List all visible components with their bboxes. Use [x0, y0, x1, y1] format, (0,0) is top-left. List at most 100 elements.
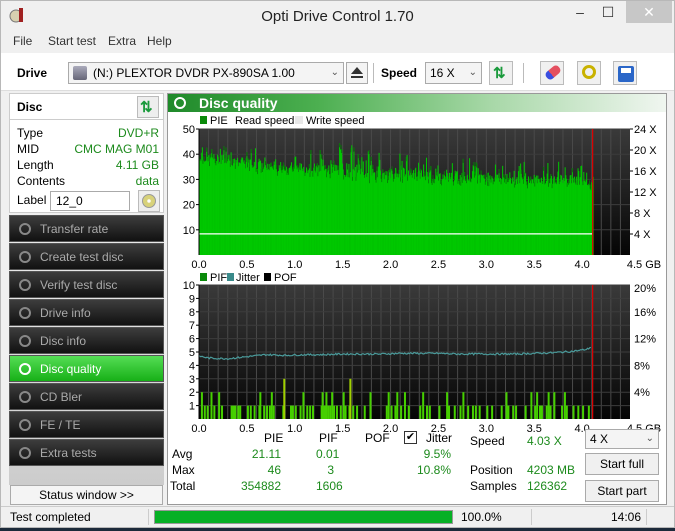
pif-bar — [438, 405, 441, 419]
pif-bar — [582, 405, 585, 419]
x-tick-label: 1.0 — [287, 423, 302, 434]
legend-swatch-pof — [264, 273, 271, 281]
y-tick-label: 8 — [189, 307, 195, 319]
pif-bar — [266, 405, 269, 419]
y-tick-label: 4 — [189, 360, 195, 372]
pif-bar — [246, 405, 249, 419]
y2-tick-label: 16 X — [634, 166, 657, 178]
pif-bar — [218, 392, 221, 419]
settings-button[interactable] — [577, 61, 601, 85]
legend-swatch-pif — [200, 273, 207, 281]
pif-bar — [524, 405, 527, 419]
samples-value: 126362 — [527, 479, 568, 493]
legend-pof: POF — [274, 272, 297, 284]
nav-item-disc-quality[interactable]: Disc quality — [9, 355, 164, 382]
pif-bar — [561, 405, 564, 419]
pif-bar — [356, 405, 359, 419]
start-part-button[interactable]: Start part — [585, 480, 659, 502]
drive-select[interactable]: (N:) PLEXTOR DVDR PX-890SA 1.00 ⌄ — [68, 62, 344, 84]
pif-bar — [467, 405, 470, 419]
y-tick-label: 1 — [189, 401, 195, 413]
pif-bar — [363, 405, 366, 419]
pif-bar — [210, 392, 213, 419]
nav-item-transfer-rate[interactable]: Transfer rate — [9, 215, 164, 242]
disc-info-panel: Disc ⇅ Type DVD+R MID CMC MAG M01 Length… — [9, 93, 164, 213]
legend-swatch-write-speed — [295, 116, 303, 124]
jitter-checkbox[interactable]: ✔ — [404, 431, 417, 444]
legend-pie: PIE — [210, 115, 228, 127]
pif-bar — [400, 405, 403, 419]
disc-contents-label: Contents — [17, 174, 66, 188]
pif-bar — [530, 392, 533, 419]
sidebar: Disc ⇅ Type DVD+R MID CMC MAG M01 Length… — [9, 93, 164, 505]
disc-mid-label: MID — [17, 142, 39, 156]
disc-icon — [19, 223, 31, 235]
disc-panel-header: Disc ⇅ — [10, 94, 163, 120]
nav-item-verify-test-disc[interactable]: Verify test disc — [9, 271, 164, 298]
stats-total-pie: 354882 — [240, 479, 281, 493]
pif-bar — [553, 392, 556, 419]
test-speed-select[interactable]: 4 X ⌄ — [585, 429, 659, 449]
erase-icon — [543, 63, 563, 82]
pif-bar — [549, 405, 552, 419]
pif-bar — [249, 405, 252, 419]
save-button[interactable] — [613, 61, 637, 85]
nav-item-label: Drive info — [40, 306, 91, 320]
menu-bar: File Start test Extra Help — [1, 31, 674, 51]
eject-button[interactable] — [346, 62, 368, 84]
toolbar-divider — [523, 63, 524, 83]
nav-item-label: Transfer rate — [40, 222, 109, 236]
status-window-button[interactable]: Status window >> — [10, 485, 163, 505]
y2-tick-label: 4 X — [634, 229, 651, 241]
stats-avg-pif: 0.01 — [316, 447, 340, 461]
pif-bar — [294, 405, 297, 419]
pif-bar — [419, 405, 422, 419]
pif-bar — [563, 392, 566, 419]
disc-refresh-button[interactable]: ⇅ — [137, 96, 159, 118]
menu-help[interactable]: Help — [147, 34, 172, 48]
pif-bar — [534, 405, 537, 419]
pif-bar — [394, 405, 397, 419]
speed-select[interactable]: 16 X ⌄ — [425, 62, 482, 84]
disc-label-input[interactable]: 12_0 — [50, 191, 130, 211]
title-bar: Opti Drive Control 1.70 – ☐ ✕ — [1, 1, 674, 31]
nav-item-cd-bler[interactable]: CD Bler — [9, 383, 164, 410]
menu-file[interactable]: File — [13, 34, 32, 48]
stats-avg-label: Avg — [172, 447, 193, 461]
status-divider — [531, 509, 532, 525]
pif-bar — [425, 405, 428, 419]
disc-length-value: 4.11 GB — [115, 158, 159, 172]
pif-bar — [572, 405, 575, 419]
pif-bar — [474, 405, 477, 419]
minimize-button[interactable]: – — [566, 1, 594, 23]
nav-item-fe-te[interactable]: FE / TE — [9, 411, 164, 438]
status-text: Test completed — [10, 510, 91, 524]
panel-title: Disc quality — [199, 95, 278, 111]
refresh-button[interactable]: ⇅ — [489, 61, 513, 85]
start-full-button[interactable]: Start full — [585, 453, 659, 475]
drive-label: Drive — [17, 66, 48, 80]
disc-icon — [19, 363, 31, 375]
pif-bar — [221, 405, 224, 419]
erase-button[interactable] — [540, 61, 564, 85]
stats-max-jitter: 10.8% — [416, 463, 451, 477]
nav-item-extra-tests[interactable]: Extra tests — [9, 439, 164, 466]
disc-icon — [19, 307, 31, 319]
disc-quality-icon — [174, 97, 186, 109]
menu-extra[interactable]: Extra — [108, 34, 136, 48]
pif-bar — [547, 392, 550, 419]
chevron-down-icon: ⌄ — [468, 67, 477, 78]
disc-label-button[interactable] — [138, 190, 160, 212]
y-tick-label: 10 — [183, 280, 195, 292]
elapsed-time: 14:06 — [611, 510, 642, 524]
nav-item-drive-info[interactable]: Drive info — [9, 299, 164, 326]
nav-item-disc-info[interactable]: Disc info — [9, 327, 164, 354]
close-button[interactable]: ✕ — [626, 1, 672, 23]
nav-item-create-test-disc[interactable]: Create test disc — [9, 243, 164, 270]
menu-start-test[interactable]: Start test — [48, 34, 96, 48]
pif-bar — [390, 405, 393, 419]
disc-icon — [19, 391, 31, 403]
x-tick-label: 0.5 — [239, 423, 254, 434]
pif-bar — [385, 405, 388, 419]
maximize-button[interactable]: ☐ — [594, 1, 622, 23]
